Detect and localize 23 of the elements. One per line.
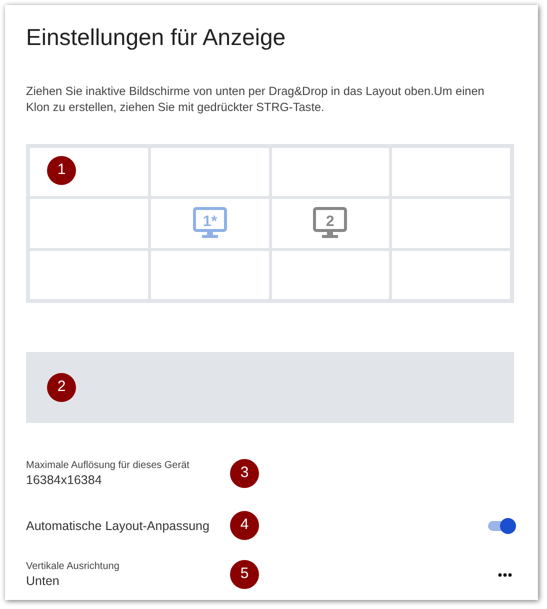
setting-value: 16384x16384 [26,472,103,488]
grid-cell[interactable] [30,199,148,248]
grid-cell[interactable] [392,148,510,196]
callout-marker: 2 [47,373,76,402]
grid-cell[interactable] [150,148,268,196]
grid-cell[interactable]: 1* [150,199,268,248]
grid-cell[interactable] [150,250,268,299]
callout-marker: 4 [230,511,259,540]
more-icon[interactable] [498,572,512,576]
callout-marker: 5 [230,560,259,589]
grid-cell[interactable] [392,250,510,299]
setting-value: Unten [26,573,60,589]
setting-label: Maximale Auflösung für dieses Gerät [26,459,190,472]
grid-cell[interactable] [30,250,148,299]
grid-cell[interactable] [272,250,390,299]
grid-cell[interactable] [272,148,390,196]
grid-cell[interactable]: 2 [272,199,390,248]
instruction-text: Ziehen Sie inaktive Bildschirme von unten per Drag&Drop in das Layout oben.Um einen Klon zu erstellen, ziehen Sie mit gedrückter STRG-Taste. [26,83,486,115]
page-title: Einstellungen für Anzeige [26,23,287,52]
setting-label: Vertikale Ausrichtung [26,560,120,573]
grid-cell[interactable] [392,199,510,248]
setting-label: Automatische Layout-Anpassung [26,518,210,534]
callout-marker: 3 [230,459,259,488]
